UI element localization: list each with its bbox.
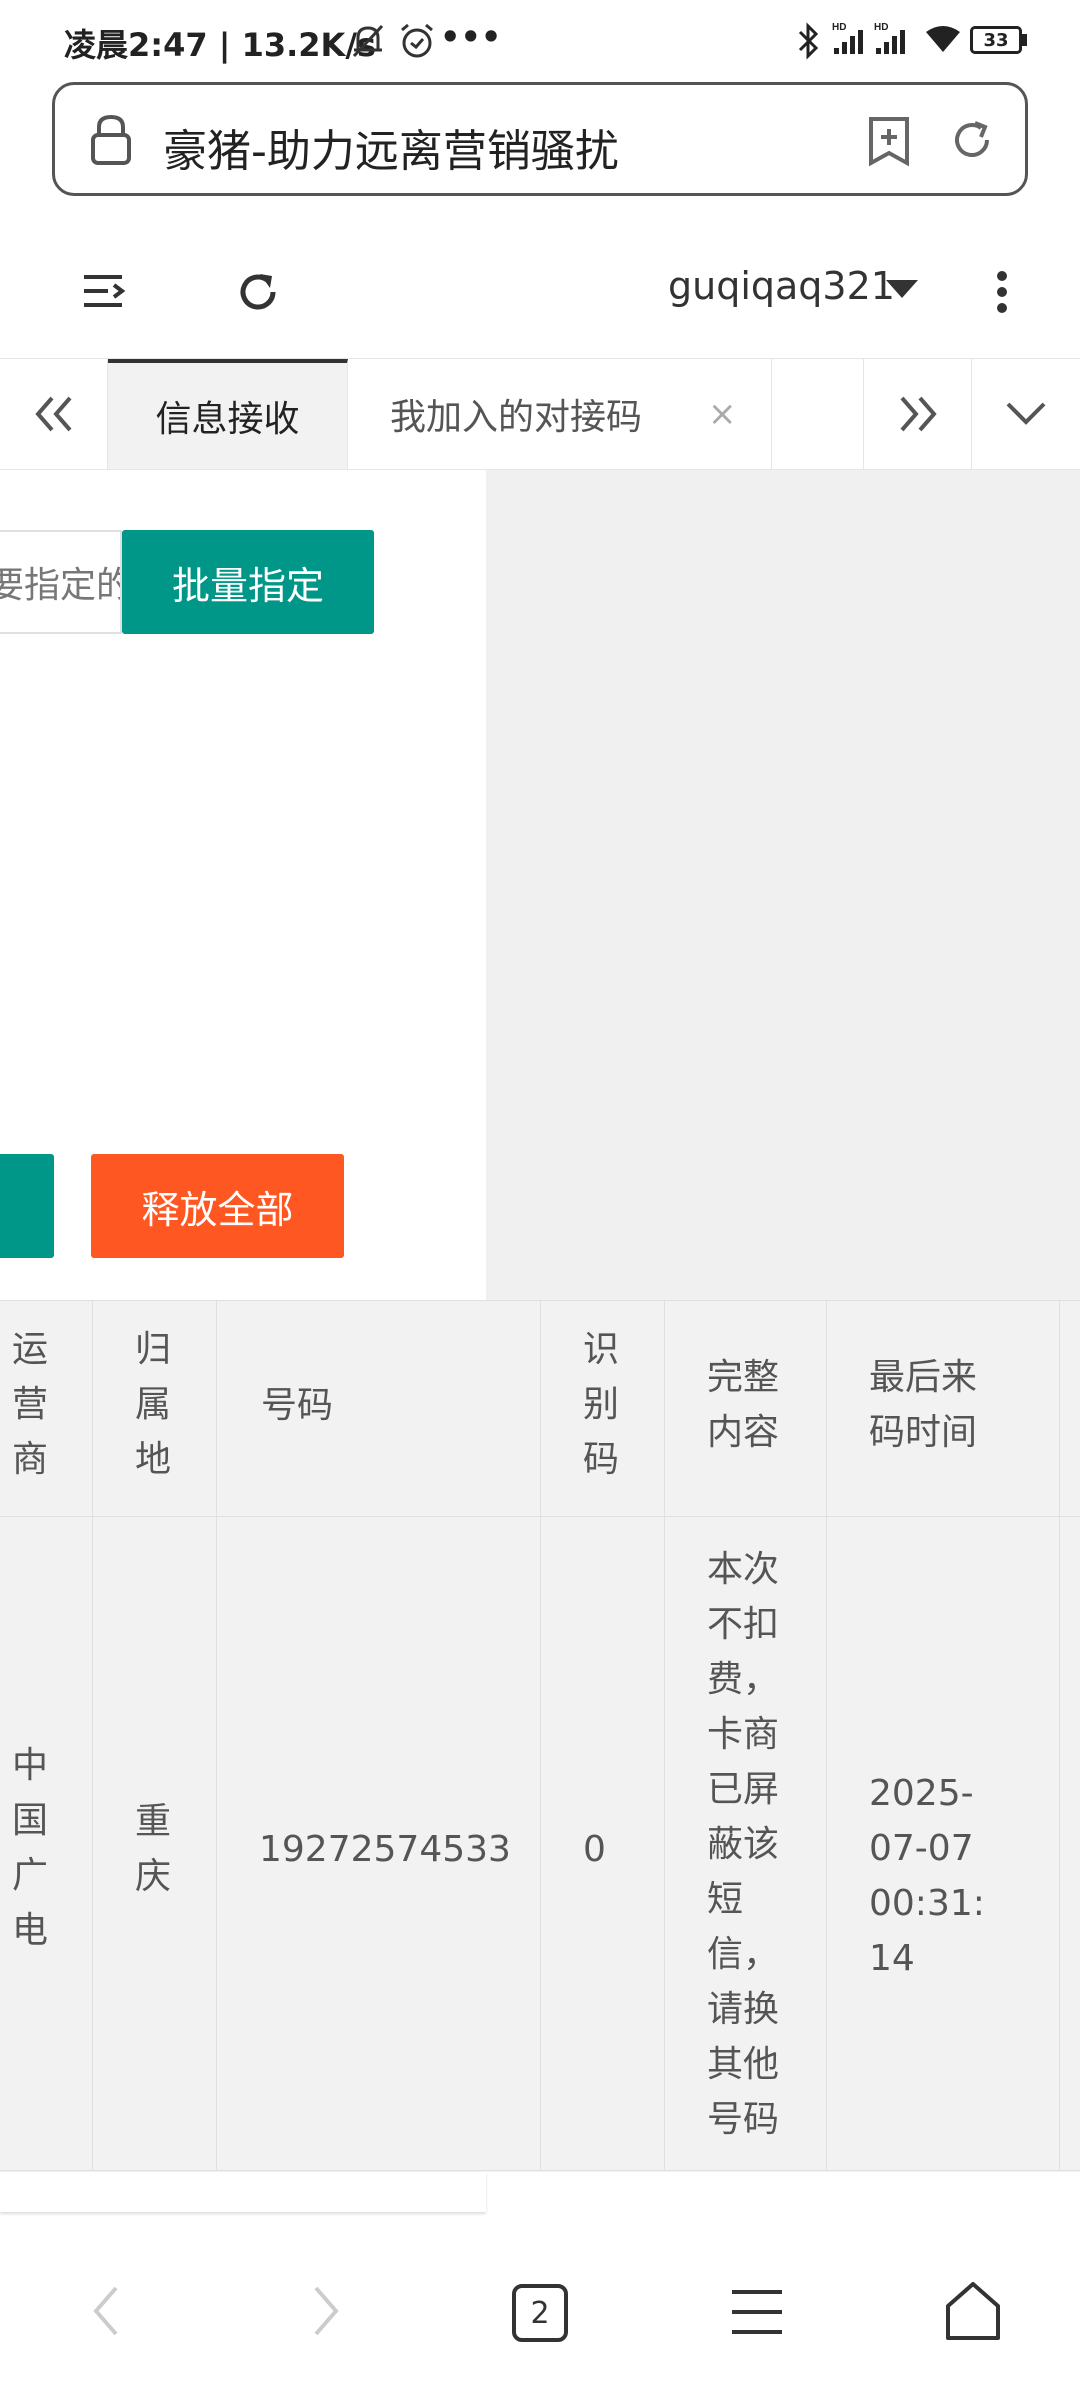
- content-background: [486, 470, 1080, 1300]
- double-chevron-left-icon: [34, 396, 72, 432]
- close-tab-icon[interactable]: ×: [708, 394, 737, 434]
- collapse-menu-icon[interactable]: [82, 272, 126, 310]
- cut-off-green-button[interactable]: [0, 1154, 54, 1258]
- tabs-count-button[interactable]: 2: [512, 2284, 568, 2342]
- cell-text: 重庆: [135, 1801, 172, 1897]
- caret-down-icon[interactable]: [886, 280, 918, 300]
- table-header-content: 完整内容: [665, 1300, 827, 1516]
- tab-label: 信息接收: [155, 399, 300, 440]
- cell-location: 重庆: [93, 1516, 217, 2170]
- lock-icon: [91, 114, 131, 165]
- tab-strip: 信息接收 我加入的对接码 ×: [0, 358, 1080, 470]
- battery-tip: [1022, 34, 1027, 46]
- signal-icon-2: HD: [874, 22, 905, 54]
- tab-my-joined-codes[interactable]: 我加入的对接码 ×: [348, 359, 772, 469]
- add-bookmark-icon[interactable]: [867, 115, 911, 167]
- table-header-last-time: 最后来码时间: [827, 1300, 1060, 1516]
- signal-icon: HD: [832, 22, 863, 54]
- cell-text: 2025-07-07 00:31:14: [869, 1773, 985, 1979]
- table-footer: [0, 2172, 486, 2212]
- table-header-carrier: 运营商: [0, 1300, 93, 1516]
- svg-text:HD: HD: [874, 22, 888, 33]
- table-header-number: 号码: [217, 1300, 541, 1516]
- cell-text: 中国广电: [12, 1745, 49, 1951]
- header-label: 运营商: [12, 1329, 49, 1480]
- cell-text: 19272574533: [259, 1829, 511, 1870]
- header-label: 完整内容: [707, 1357, 780, 1453]
- header-label: 号码: [261, 1385, 334, 1426]
- assign-input[interactable]: 要指定的: [0, 530, 122, 634]
- action-panel: 要指定的 批量指定 释放全部: [0, 470, 486, 1300]
- wifi-icon: [926, 26, 960, 52]
- alarm-icon: [401, 23, 433, 58]
- cell-carrier: 中国广电: [0, 1516, 93, 2170]
- tab-scroll-right-button[interactable]: [864, 359, 972, 469]
- cell-content: 本次不扣费，卡商已屏蔽该短信，请换其他号码: [665, 1516, 827, 2170]
- bluetooth-icon: [798, 22, 819, 60]
- more-vertical-icon[interactable]: [996, 270, 1008, 314]
- cell-text: 0: [583, 1829, 606, 1870]
- page-title: 豪猪-助力远离营销骚扰: [163, 126, 619, 177]
- table-border-bottom: [0, 2170, 1080, 2171]
- more-notifications-icon: •••: [440, 18, 502, 56]
- tab-label: 我加入的对接码: [390, 397, 643, 438]
- refresh-icon[interactable]: [236, 270, 280, 314]
- forward-icon[interactable]: [312, 2284, 342, 2338]
- release-all-button[interactable]: 释放全部: [91, 1154, 344, 1258]
- user-menu-username[interactable]: guqiqaq321: [668, 264, 895, 308]
- status-bar: 凌晨2:47 | 13.2K/s ••• HD HD 33: [0, 0, 1080, 80]
- assign-input-placeholder: 要指定的: [0, 565, 120, 606]
- batch-assign-button[interactable]: 批量指定: [122, 530, 374, 634]
- tab-scroll-left-button[interactable]: [0, 359, 108, 469]
- bell-off-icon: [352, 24, 384, 58]
- back-icon[interactable]: [90, 2284, 120, 2338]
- tab-dropdown-button[interactable]: [972, 359, 1080, 469]
- address-bar[interactable]: 豪猪-助力远离营销骚扰: [52, 82, 1028, 196]
- tab-empty: [772, 359, 864, 469]
- status-time-speed: 凌晨2:47 | 13.2K/s: [64, 26, 377, 64]
- cell-code: 0: [541, 1516, 665, 2170]
- data-table: 运营商 归属地 号码 识别码 完整内容 最后来码时间 中国广电 重庆 19272…: [0, 1300, 1080, 2172]
- table-header-code: 识别码: [541, 1300, 665, 1516]
- header-label: 识别码: [583, 1329, 620, 1480]
- header-label: 最后来码时间: [869, 1357, 978, 1453]
- header-label: 归属地: [135, 1329, 172, 1480]
- tab-info-receive[interactable]: 信息接收: [108, 359, 348, 469]
- table-header-location: 归属地: [93, 1300, 217, 1516]
- menu-icon[interactable]: [730, 2286, 784, 2338]
- reload-icon[interactable]: [949, 117, 995, 163]
- battery-icon: 33: [970, 26, 1022, 54]
- svg-text:HD: HD: [832, 22, 846, 33]
- app-header: guqiqaq321: [0, 222, 1080, 358]
- browser-bottom-nav: 2: [0, 2236, 1080, 2400]
- chevron-down-icon: [1006, 402, 1046, 425]
- cell-text: 本次不扣费，卡商已屏蔽该短信，请换其他号码: [707, 1549, 780, 2140]
- cell-number: 19272574533: [217, 1516, 541, 2170]
- cell-last-time: 2025-07-07 00:31:14: [827, 1516, 1060, 2170]
- double-chevron-right-icon: [899, 396, 937, 432]
- home-icon[interactable]: [944, 2280, 1002, 2342]
